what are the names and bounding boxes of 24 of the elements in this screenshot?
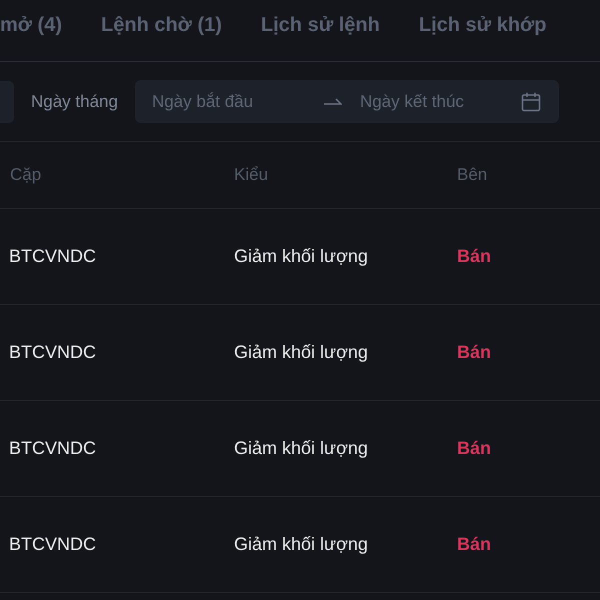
calendar-icon[interactable] [520,92,541,112]
column-header: Bên [457,165,488,185]
date-filter-label: Ngày tháng [31,92,118,112]
table-cell: BTCVNDC [9,438,96,459]
date-range-field[interactable]: Ngày bắt đầu Ngày kết thúc [134,80,559,123]
table-cell: BTCVNDC [9,342,96,363]
table-cell: Giảm khối lượng [234,534,368,555]
tab[interactable]: Lịch sử lệnh [260,14,380,37]
tab[interactable]: Lịch sử khớp [418,14,546,37]
table-cell: Bán [457,438,492,459]
column-header: Kiểu [234,165,268,185]
column-header: Cặp [10,165,42,185]
table-cell: Giảm khối lượng [234,246,368,267]
table-cell: BTCVNDC [9,534,96,555]
table-cell: BTCVNDC [9,246,96,267]
tab[interactable]: mở (4) [0,14,62,37]
tab[interactable]: Lệnh chờ (1) [101,14,222,37]
table-cell: Giảm khối lượng [234,438,368,459]
end-date-input[interactable]: Ngày kết thúc [360,92,510,112]
table-cell: Bán [457,534,492,555]
table-cell: Bán [457,246,492,267]
start-date-input[interactable]: Ngày bắt đầu [152,92,312,112]
table-cell: Bán [457,342,492,363]
table-cell: Giảm khối lượng [234,342,368,363]
